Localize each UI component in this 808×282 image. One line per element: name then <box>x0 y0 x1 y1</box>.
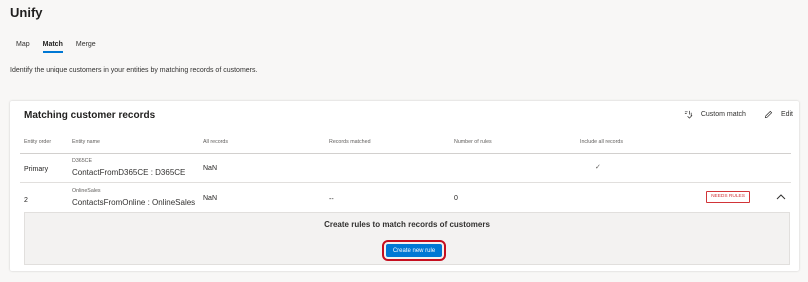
edit-label: Edit <box>780 111 793 118</box>
custom-match-button[interactable]: Custom match <box>684 110 746 119</box>
include-all-check: ✓ <box>595 164 601 171</box>
all-records: NaN <box>203 195 218 202</box>
col-entity-order: Entity order <box>24 139 52 145</box>
create-new-rule-button[interactable]: Create new rule <box>382 240 446 261</box>
col-include-all-records: Include all records <box>580 139 623 145</box>
page-description: Identify the unique customers in your en… <box>10 67 258 74</box>
panel-title: Create rules to match records of custome… <box>324 220 490 229</box>
pencil-icon <box>764 110 773 119</box>
entity-name: ContactsFromOnline : OnlineSales <box>72 198 196 207</box>
chevron-up-icon[interactable] <box>774 190 788 204</box>
col-all-records: All records <box>203 139 229 145</box>
tab-bar: Map Match Merge <box>16 41 96 53</box>
entity-source: OnlineSales <box>72 188 101 194</box>
card-title: Matching customer records <box>24 110 156 121</box>
all-records: NaN <box>203 165 218 172</box>
row-divider <box>20 182 791 183</box>
needs-rules-badge: NEEDS RULES <box>706 191 750 203</box>
records-matched: -- <box>329 196 334 203</box>
edit-button[interactable]: Edit <box>764 110 793 119</box>
tab-map[interactable]: Map <box>16 41 30 53</box>
number-of-rules: 0 <box>454 195 458 202</box>
col-number-of-rules: Number of rules <box>454 139 492 145</box>
create-rules-panel: Create rules to match records of custome… <box>24 212 790 265</box>
header-divider <box>20 153 791 154</box>
entity-order: Primary <box>24 166 49 173</box>
card-actions: Custom match Edit <box>684 110 793 119</box>
tab-match[interactable]: Match <box>42 41 64 53</box>
entity-source: D365CE <box>72 158 93 164</box>
page-title: Unify <box>10 5 43 20</box>
col-entity-name: Entity name <box>72 139 100 145</box>
entity-order: 2 <box>24 197 28 204</box>
col-records-matched: Records matched <box>329 139 371 145</box>
entity-name: ContactFromD365CE : D365CE <box>72 168 186 177</box>
tab-merge[interactable]: Merge <box>76 41 96 53</box>
matching-records-card: Matching customer records Custom match E… <box>10 101 799 271</box>
custom-match-icon <box>684 110 693 119</box>
custom-match-label: Custom match <box>700 111 746 118</box>
